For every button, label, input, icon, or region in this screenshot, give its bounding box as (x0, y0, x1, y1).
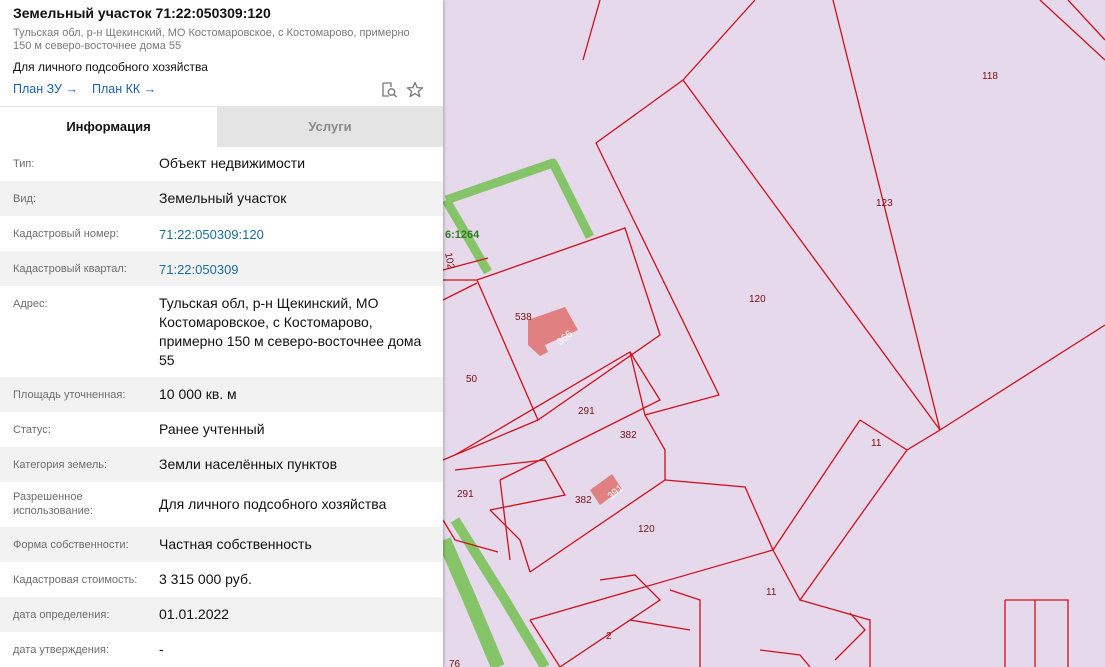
parcel-label: 76 (449, 659, 461, 667)
parcel-label: 50 (466, 374, 478, 385)
info-row-area: Площадь уточненная: 10 000 кв. м (0, 377, 443, 412)
parcel-label: 382 (575, 495, 592, 506)
row-label: Кадастровая стоимость: (13, 574, 138, 586)
info-row-permitted-use: Разрешенное использование: Для личного п… (0, 482, 443, 527)
row-label: Площадь уточненная: (13, 389, 126, 401)
row-value: 3 315 000 руб. (159, 571, 252, 587)
row-label: Форма собственности: (13, 539, 129, 551)
parcel-label: 291 (457, 489, 474, 500)
parcel-label: 382 (620, 430, 637, 441)
info-row-cadastral-number: Кадастровый номер: 71:22:050309:120 (0, 216, 443, 251)
parcel-label: 291 (578, 406, 595, 417)
row-value: Для личного подсобного хозяйства (159, 496, 387, 512)
parcel-label: 2 (606, 631, 612, 642)
cadastral-quarter-link[interactable]: 71:22:050309 (159, 260, 429, 279)
panel-header: Земельный участок 71:22:050309:120 Тульс… (0, 0, 443, 104)
row-value: Объект недвижимости (159, 155, 306, 171)
row-value: - (159, 641, 164, 657)
cadastral-number-link[interactable]: 71:22:050309:120 (159, 225, 429, 244)
star-icon[interactable] (405, 80, 425, 100)
row-value: 01.01.2022 (159, 606, 230, 622)
plan-kk-link[interactable]: План КК → (92, 82, 156, 96)
info-row-address: Адрес: Тульская обл, р-н Щекинский, МО К… (0, 286, 443, 377)
parcel-label: 538 (515, 312, 532, 323)
parcel-label: 123 (876, 198, 893, 209)
parcel-label: 11 (766, 587, 777, 598)
header-purpose: Для личного подсобного хозяйства (13, 60, 208, 74)
info-row-determination-date: дата определения: 01.01.2022 (0, 597, 443, 632)
row-label: Вид: (13, 193, 36, 205)
tab-information[interactable]: Информация (0, 107, 217, 147)
row-value: 10 000 кв. м (159, 386, 237, 402)
header-links: План ЗУ → План КК → (13, 80, 430, 104)
info-row-ownership: Форма собственности: Частная собственнос… (0, 527, 443, 562)
row-value: Земельный участок (159, 190, 287, 206)
info-row-land-category: Категория земель: Земли населённых пункт… (0, 447, 443, 482)
row-value: Земли населённых пунктов (159, 456, 338, 472)
header-address: Тульская обл, р-н Щекинский, МО Костомар… (13, 27, 410, 52)
plan-zu-link[interactable]: План ЗУ → (13, 82, 78, 96)
row-value: Ранее учтенный (159, 421, 265, 437)
tab-services[interactable]: Услуги (217, 107, 443, 147)
info-row-cadastral-quarter: Кадастровый квартал: 71:22:050309 (0, 251, 443, 286)
road-label: 6:1264 (445, 229, 480, 241)
parcel-label: 11 (871, 438, 882, 449)
info-row-cadastral-cost: Кадастровая стоимость: 3 315 000 руб. (0, 562, 443, 597)
info-table: Тип: Объект недвижимости Вид: Земельный … (0, 146, 443, 667)
info-row-kind: Вид: Земельный участок (0, 181, 443, 216)
parcel-label: 118 (982, 71, 998, 82)
row-label: Тип: (13, 158, 35, 170)
row-label: дата определения: (13, 609, 110, 621)
row-label: дата утверждения: (13, 644, 110, 656)
row-label: Категория земель: (13, 459, 108, 471)
parcel-label: 120 (638, 524, 655, 535)
info-row-status: Статус: Ранее учтенный (0, 412, 443, 447)
page-title: Земельный участок 71:22:050309:120 (13, 5, 271, 21)
info-row-type: Тип: Объект недвижимости (0, 146, 443, 181)
arrow-right-icon: → (65, 82, 78, 96)
info-row-approval-date: дата утверждения: - (0, 632, 443, 667)
row-label: Адрес: (13, 298, 48, 310)
row-label: Кадастровый квартал: (13, 263, 127, 275)
plan-zu-label: План ЗУ (13, 82, 62, 96)
plan-kk-label: План КК (92, 82, 141, 96)
arrow-right-icon: → (143, 82, 157, 96)
panel-tabs: Информация Услуги (0, 106, 443, 147)
row-label: Разрешенное использование: (13, 491, 93, 517)
row-value: Тульская обл, р-н Щекинский, МО Костомар… (159, 295, 422, 368)
row-label: Кадастровый номер: (13, 228, 119, 240)
parcel-label: 120 (749, 294, 766, 305)
search-page-icon[interactable] (379, 80, 399, 100)
row-label: Статус: (13, 424, 51, 436)
row-value: Частная собственность (159, 536, 312, 552)
info-panel: Земельный участок 71:22:050309:120 Тульс… (0, 0, 443, 667)
